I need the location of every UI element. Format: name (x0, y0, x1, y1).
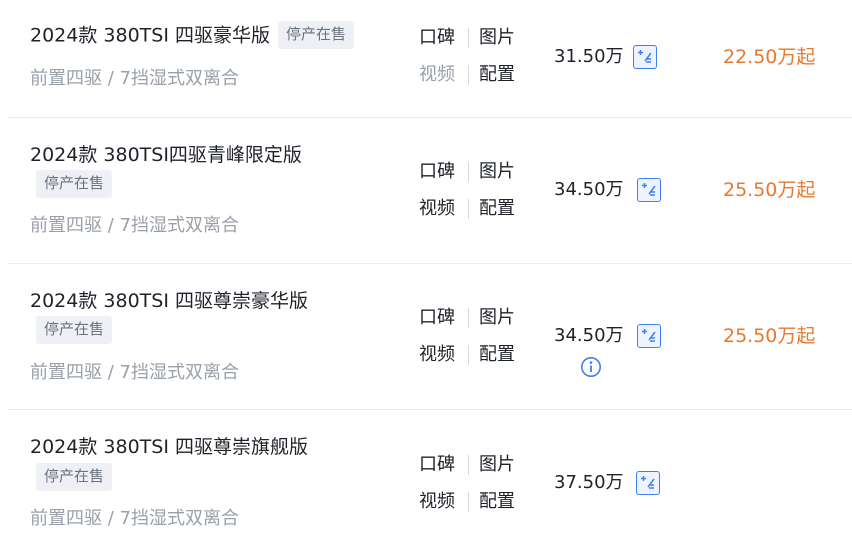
trim-links: 口碑 图片 视频 配置 (419, 26, 529, 96)
link-config[interactable]: 配置 (479, 343, 515, 367)
link-reviews[interactable]: 口碑 (419, 26, 455, 50)
link-config[interactable]: 配置 (479, 490, 515, 514)
trim-title-line: 2024款 380TSI四驱青峰限定版 (30, 142, 302, 168)
calculator-icon[interactable] (633, 45, 657, 69)
guide-price[interactable]: 25.50万起 (723, 324, 815, 348)
status-badge: 停产在售 (36, 316, 113, 344)
link-photos[interactable]: 图片 (479, 453, 515, 477)
guide-price[interactable]: 22.50万起 (723, 45, 815, 69)
link-videos[interactable]: 视频 (419, 490, 455, 514)
trim-title[interactable]: 2024款 380TSI 四驱尊崇旗舰版 (30, 436, 308, 458)
link-divider (468, 65, 469, 85)
dealer-price: 31.50万 (554, 46, 624, 67)
trim-row: 2024款 380TSI 四驱尊崇旗舰版 停产在售 前置四驱 / 7挡湿式双离合… (0, 410, 852, 538)
guide-price[interactable]: 25.50万起 (723, 178, 815, 202)
link-divider (468, 199, 469, 219)
link-divider (468, 455, 469, 475)
link-divider (468, 28, 469, 48)
link-reviews[interactable]: 口碑 (419, 160, 455, 184)
trim-spec: 前置四驱 / 7挡湿式双离合 (30, 68, 239, 89)
info-icon[interactable] (580, 356, 602, 378)
dealer-price: 34.50万 (554, 325, 624, 346)
trim-spec: 前置四驱 / 7挡湿式双离合 (30, 215, 239, 236)
trim-spec: 前置四驱 / 7挡湿式双离合 (30, 508, 239, 529)
link-reviews[interactable]: 口碑 (419, 306, 455, 330)
trim-row: 2024款 380TSI四驱青峰限定版 停产在售 前置四驱 / 7挡湿式双离合 … (0, 118, 852, 264)
link-reviews[interactable]: 口碑 (419, 453, 455, 477)
trim-links: 口碑 图片 视频 配置 (419, 160, 529, 230)
status-badge: 停产在售 (277, 21, 354, 49)
trim-title[interactable]: 2024款 380TSI 四驱豪华版 (30, 25, 270, 47)
trim-links: 口碑 图片 视频 配置 (419, 453, 529, 523)
link-photos[interactable]: 图片 (479, 26, 515, 50)
trim-title-line: 2024款 380TSI 四驱尊崇豪华版 (30, 288, 308, 314)
link-photos[interactable]: 图片 (479, 160, 515, 184)
link-config[interactable]: 配置 (479, 63, 515, 87)
status-badge: 停产在售 (36, 170, 113, 198)
trim-title[interactable]: 2024款 380TSI 四驱尊崇豪华版 (30, 290, 308, 312)
link-divider (468, 308, 469, 328)
trim-row: 2024款 380TSI 四驱豪华版 停产在售 前置四驱 / 7挡湿式双离合 口碑… (0, 0, 852, 118)
trim-title[interactable]: 2024款 380TSI四驱青峰限定版 (30, 144, 302, 166)
dealer-price: 34.50万 (554, 179, 624, 200)
link-divider (468, 345, 469, 365)
calculator-icon[interactable] (636, 471, 660, 495)
link-divider (468, 162, 469, 182)
link-videos[interactable]: 视频 (419, 197, 455, 221)
trim-links: 口碑 图片 视频 配置 (419, 306, 529, 376)
calculator-icon[interactable] (637, 178, 661, 202)
link-photos[interactable]: 图片 (479, 306, 515, 330)
trim-title-line: 2024款 380TSI 四驱尊崇旗舰版 (30, 434, 308, 460)
link-videos[interactable]: 视频 (419, 63, 455, 87)
trim-row: 2024款 380TSI 四驱尊崇豪华版 停产在售 前置四驱 / 7挡湿式双离合… (0, 264, 852, 410)
link-videos[interactable]: 视频 (419, 343, 455, 367)
trim-title-line: 2024款 380TSI 四驱豪华版 停产在售 (30, 21, 354, 50)
dealer-price: 37.50万 (554, 472, 624, 493)
status-badge: 停产在售 (36, 463, 113, 491)
link-divider (468, 492, 469, 512)
link-config[interactable]: 配置 (479, 197, 515, 221)
calculator-icon[interactable] (637, 324, 661, 348)
trim-spec: 前置四驱 / 7挡湿式双离合 (30, 362, 239, 383)
